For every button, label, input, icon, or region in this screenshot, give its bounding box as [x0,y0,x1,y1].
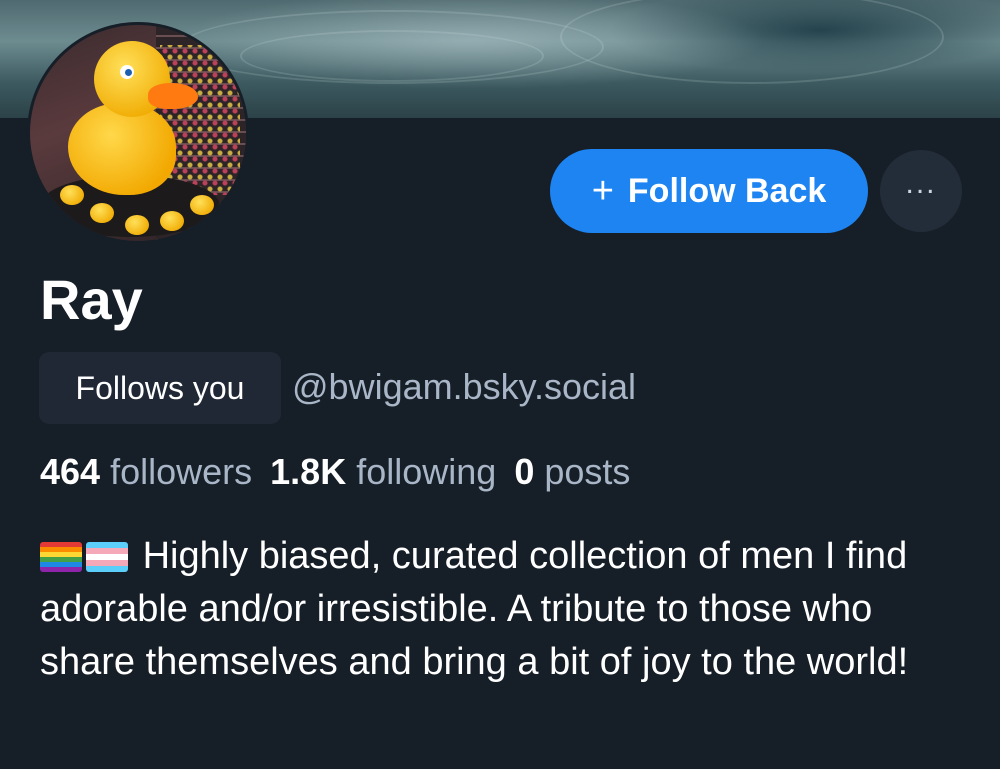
posts-stat: 0 posts [514,451,630,492]
transgender-flag-icon [86,542,128,572]
rainbow-flag-icon [40,542,82,572]
following-count: 1.8K [270,451,347,492]
mini-duck [190,195,214,215]
avatar[interactable] [27,22,249,244]
mini-duck [60,185,84,205]
following-label: following [356,451,497,492]
profile-stats: 464 followers 1.8K following 0 posts [40,452,630,492]
posts-label: posts [544,451,631,492]
mini-duck [160,211,184,231]
duck-body [68,103,176,195]
followers-label: followers [110,451,253,492]
water-ripple [560,0,944,84]
posts-count: 0 [514,451,535,492]
follow-back-button[interactable]: + Follow Back [550,149,868,233]
ellipsis-icon: ... [905,167,937,200]
mini-duck [125,215,149,235]
profile-handle[interactable]: @bwigam.bsky.social [292,367,636,407]
profile-bio: Highly biased, curated collection of men… [40,530,970,689]
avatar-image [30,25,246,241]
mini-duck [90,203,114,223]
following-stat[interactable]: 1.8K following [270,451,496,492]
water-ripple [240,30,544,82]
duck-eye [120,65,134,79]
plus-icon: + [591,170,614,212]
duck-beak [148,83,198,109]
follows-you-label: Follows you [75,369,245,406]
more-options-button[interactable]: ... [880,150,962,232]
followers-count: 464 [40,451,101,492]
follow-back-label: Follow Back [627,171,827,210]
bio-text: Highly biased, curated collection of men… [40,535,909,683]
display-name: Ray [40,268,143,331]
follows-you-badge: Follows you [39,352,281,424]
followers-stat[interactable]: 464 followers [40,451,252,492]
avatar-shelf-items [160,45,240,195]
profile-page: + Follow Back ... Ray Follows you @bwiga… [0,0,1000,769]
